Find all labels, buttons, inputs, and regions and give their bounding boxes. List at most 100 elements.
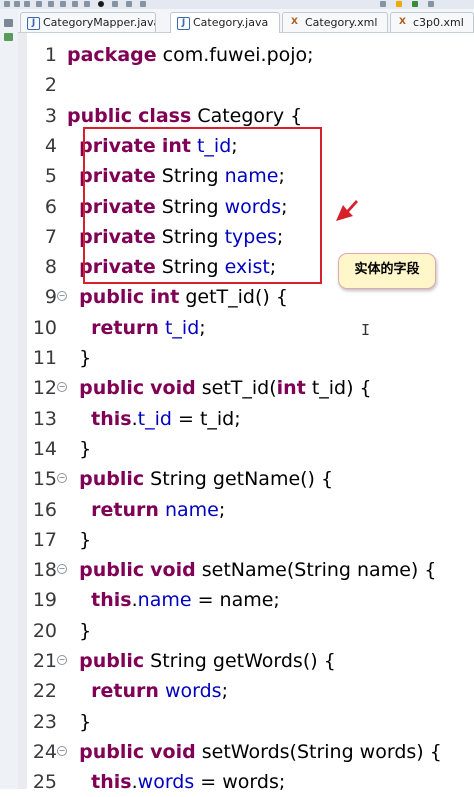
line-number: 16 — [32, 498, 57, 521]
toolbar-icon[interactable] — [412, 1, 418, 7]
line-number: 24 — [32, 740, 57, 763]
text-token: = t_id; — [171, 407, 241, 430]
code-line[interactable]: 24− public void setWords(String words) { — [27, 737, 474, 767]
code-line[interactable]: 18− public void setName(String name) { — [27, 555, 474, 585]
keyword-token: public — [79, 650, 145, 672]
toolbar-icon[interactable] — [24, 1, 30, 7]
toolbar-icon[interactable] — [380, 1, 386, 7]
code-text: public String getWords() { — [67, 646, 336, 676]
toolbar-icon[interactable] — [112, 1, 118, 7]
code-line[interactable]: 22 return words; — [27, 676, 474, 706]
text-token: } — [67, 437, 92, 460]
toolbar-icon[interactable] — [396, 1, 402, 7]
keyword-token: this — [91, 771, 132, 794]
code-line[interactable]: 15− public String getName() { — [27, 464, 474, 494]
text-token: getT_id() { — [179, 286, 288, 309]
tab-categorymapper-java[interactable]: J CategoryMapper.java — [20, 12, 156, 32]
toolbar-icon[interactable] — [72, 1, 78, 7]
fold-toggle-icon[interactable]: − — [57, 564, 67, 575]
code-line[interactable]: 16 return name; — [27, 495, 474, 525]
fold-toggle-icon[interactable]: − — [57, 291, 67, 302]
code-line[interactable]: 11 } — [27, 343, 474, 373]
field-token: t_id — [137, 407, 172, 430]
toolbar-icon[interactable] — [98, 1, 104, 7]
code-text: package com.fuwei.pojo; — [67, 40, 314, 70]
line-number: 25 — [32, 771, 57, 794]
toolbar-icon[interactable] — [36, 1, 42, 7]
line-number: 14 — [32, 437, 57, 460]
line-number: 18 — [32, 559, 57, 582]
keyword-token: int — [150, 286, 180, 309]
toolbar-icon[interactable] — [428, 1, 434, 7]
line-number: 12 — [32, 377, 57, 400]
text-token: } — [67, 347, 92, 369]
code-line[interactable]: 2 — [27, 70, 474, 100]
fold-toggle-icon[interactable]: − — [57, 655, 67, 665]
code-line[interactable]: 17 } — [27, 525, 474, 555]
tab-label: Category.java — [193, 16, 269, 29]
code-line[interactable]: 19 this.name = name; — [27, 585, 474, 615]
field-highlight-box — [83, 127, 322, 284]
toolbar-icon[interactable] — [14, 1, 20, 7]
view-icon[interactable] — [4, 33, 13, 41]
code-text: } — [67, 343, 91, 373]
tab-category-java[interactable]: J Category.java — [170, 12, 280, 33]
code-line[interactable]: 25 this.words = words; — [27, 767, 474, 797]
keyword-token: public — [79, 468, 145, 491]
toolbar-icon[interactable] — [126, 1, 132, 7]
fold-toggle-icon[interactable]: − — [57, 745, 67, 756]
code-text: public void setName(String name) { — [67, 555, 436, 585]
line-number: 8 — [44, 256, 57, 279]
code-line[interactable]: 21− public String getWords() { — [27, 646, 474, 676]
toolbar-icon[interactable] — [4, 1, 10, 7]
toolbar-icon[interactable] — [140, 1, 146, 7]
line-number: 17 — [32, 528, 57, 551]
tab-category-xml[interactable]: X Category.xml — [282, 12, 388, 32]
view-icon[interactable] — [4, 19, 13, 27]
field-token: words — [137, 771, 195, 794]
text-token: setT_id( — [195, 377, 277, 400]
code-text: } — [67, 616, 91, 646]
text-token: ; — [199, 316, 206, 339]
toolbar-icon[interactable] — [84, 1, 90, 7]
line-number: 15 — [32, 468, 57, 491]
fold-toggle-icon[interactable]: − — [57, 382, 67, 393]
code-line[interactable]: 13 this.t_id = t_id; — [27, 404, 474, 434]
line-number: 2 — [44, 74, 57, 97]
code-line[interactable]: 14 } — [27, 434, 474, 464]
text-token: ; — [221, 680, 228, 703]
keyword-token: public — [79, 559, 145, 582]
red-arrow-icon — [336, 200, 358, 221]
line-number: 1 — [44, 44, 57, 66]
code-text: return name; — [67, 495, 225, 525]
left-side-strip — [0, 9, 19, 789]
code-line[interactable]: 23 } — [27, 707, 474, 737]
code-line[interactable]: 1 package com.fuwei.pojo; — [27, 40, 474, 70]
fold-toggle-icon[interactable]: − — [57, 473, 67, 484]
text-token: } — [67, 619, 92, 642]
code-line[interactable]: 10 return t_id; — [27, 313, 474, 343]
line-number: 10 — [32, 316, 57, 339]
code-text: return words; — [67, 676, 228, 706]
toolbar-icon[interactable] — [60, 1, 66, 7]
toolbar-icon[interactable] — [48, 1, 54, 7]
tab-c3p0-xml[interactable]: X c3p0.xml — [390, 12, 474, 32]
java-file-icon: J — [177, 17, 190, 30]
code-line[interactable]: 12− public void setT_id(int t_id) { — [27, 373, 474, 403]
keyword-token: void — [150, 559, 196, 582]
keyword-token: return — [91, 498, 159, 521]
line-number: 22 — [32, 680, 57, 703]
code-text: public int getT_id() { — [67, 282, 288, 312]
code-line[interactable]: 20 } — [27, 616, 474, 646]
tab-label: c3p0.xml — [413, 16, 464, 29]
code-text: this.name = name; — [67, 585, 280, 615]
